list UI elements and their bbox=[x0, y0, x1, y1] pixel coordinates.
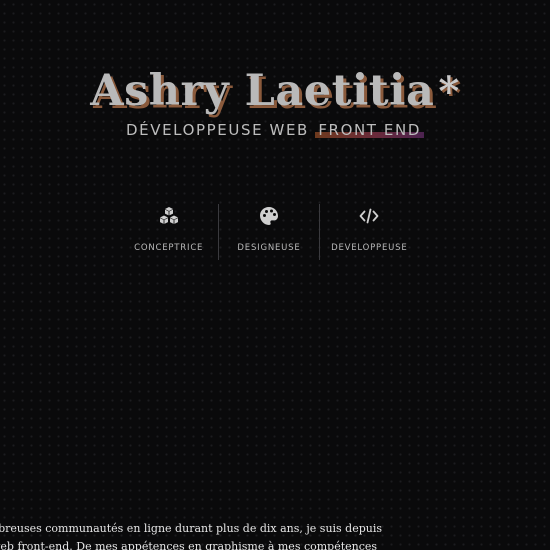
role-developpeuse: DEVELOPPEUSE bbox=[318, 204, 419, 260]
roles-list: CONCEPTRICE DESIGNEUSE DEVELOPPEUSE bbox=[119, 204, 419, 260]
about-line: web front-end. De mes appétences en grap… bbox=[0, 540, 378, 550]
subtitle-main: DÉVELOPPEUSE WEB bbox=[126, 121, 309, 139]
title-name: Ashry Laetitia bbox=[90, 66, 435, 116]
site-subtitle: DÉVELOPPEUSE WEB FRONT END bbox=[0, 121, 550, 139]
role-conceptrice: CONCEPTRICE bbox=[119, 204, 218, 260]
code-icon bbox=[359, 208, 379, 224]
asterisk-icon: * bbox=[438, 68, 460, 115]
palette-icon bbox=[259, 207, 278, 225]
about-section: i nbreuses communautés en ligne durant p… bbox=[0, 470, 550, 550]
site-title: Ashry Laetitia * bbox=[0, 66, 550, 116]
hero-section: Ashry Laetitia * DÉVELOPPEUSE WEB FRONT E… bbox=[0, 0, 550, 300]
about-paragraph: nbreuses communautés en ligne durant plu… bbox=[0, 520, 391, 550]
role-label: DESIGNEUSE bbox=[237, 243, 301, 253]
role-label: CONCEPTRICE bbox=[134, 243, 204, 253]
cubes-icon bbox=[159, 207, 178, 224]
role-label: DEVELOPPEUSE bbox=[331, 243, 408, 253]
role-designeuse: DESIGNEUSE bbox=[218, 204, 318, 260]
subtitle-highlight: FRONT END bbox=[315, 121, 424, 139]
about-line: nbreuses communautés en ligne durant plu… bbox=[0, 522, 383, 535]
